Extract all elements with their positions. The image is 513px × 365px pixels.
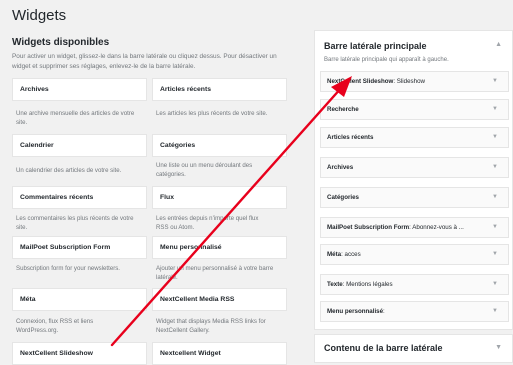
sidebar-widget-texte[interactable]: Texte: Mentions légales ▼ <box>320 274 509 295</box>
sidebar-widget-label: Recherche <box>327 106 359 113</box>
widget-flux[interactable]: Flux <box>152 186 287 209</box>
expand-arrow-icon[interactable]: ▼ <box>492 158 498 177</box>
widget-calendrier-desc: Un calendrier des articles de votre site… <box>16 167 122 174</box>
sidebar-widget-mailpoet[interactable]: MailPoet Subscription Form: Abonnez-vous… <box>320 217 509 238</box>
primary-sidebar-title[interactable]: Barre latérale principale <box>324 41 427 51</box>
expand-arrow-icon[interactable]: ▼ <box>492 245 498 264</box>
expand-toggle-icon[interactable]: ▼ <box>495 344 502 351</box>
sidebar-widget-articles-recents[interactable]: Articles récents ▼ <box>320 127 509 148</box>
widget-articles-recents-desc: Les articles les plus récents de votre s… <box>156 110 268 117</box>
primary-sidebar-description: Barre latérale principale qui apparaît à… <box>324 57 449 63</box>
available-widgets-title: Widgets disponibles <box>12 37 110 48</box>
widget-articles-recents[interactable]: Articles récents <box>152 78 287 101</box>
expand-arrow-icon[interactable]: ▼ <box>492 302 498 321</box>
page-title: Widgets <box>12 7 67 24</box>
expand-arrow-icon[interactable]: ▼ <box>492 72 498 91</box>
widget-commentaires-recents[interactable]: Commentaires récents <box>12 186 147 209</box>
sidebar-widget-label: NextCellent Slideshow <box>327 78 394 85</box>
sidebar-widget-label: MailPoet Subscription Form <box>327 224 410 231</box>
sidebar-widget-label: Articles récents <box>327 134 374 141</box>
collapse-toggle-icon[interactable]: ▲ <box>495 41 502 48</box>
sidebar-widget-sublabel: : Slideshow <box>393 78 426 85</box>
widget-nextcellent-slideshow[interactable]: NextCellent Slideshow <box>12 342 147 365</box>
expand-arrow-icon[interactable]: ▼ <box>492 100 498 119</box>
content-sidebar-panel[interactable]: Contenu de la barre latérale ▼ <box>314 334 513 363</box>
sidebar-widget-label: Catégories <box>327 194 359 201</box>
sidebar-widget-sublabel: : acces <box>341 251 361 258</box>
widget-nextcellent-widget[interactable]: Nextcellent Widget <box>152 342 287 365</box>
widget-nextcellent-media-rss-desc: Widget that displays Media RSS links for… <box>156 318 266 334</box>
expand-arrow-icon[interactable]: ▼ <box>492 275 498 294</box>
expand-arrow-icon[interactable]: ▼ <box>492 218 498 237</box>
sidebar-widget-label: Menu personnalisé <box>327 308 384 315</box>
sidebar-widget-label: Texte <box>327 281 343 288</box>
sidebar-widget-meta[interactable]: Méta: acces ▼ <box>320 244 509 265</box>
widget-categories-desc: Une liste ou un menu déroulant des catég… <box>156 162 253 178</box>
primary-sidebar-panel: Barre latérale principale ▲ Barre latéra… <box>314 30 513 330</box>
sidebar-widget-sublabel: : Mentions légales <box>342 281 393 288</box>
sidebar-widget-label: Archives <box>327 164 354 171</box>
widget-archives[interactable]: Archives <box>12 78 147 101</box>
sidebar-widget-nextcellent-slideshow[interactable]: NextCellent Slideshow: Slideshow ▼ <box>320 71 509 92</box>
widget-mailpoet-subscription-form-desc: Subscription form for your newsletters. <box>16 265 120 272</box>
content-sidebar-title[interactable]: Contenu de la barre latérale <box>324 343 443 353</box>
expand-arrow-icon[interactable]: ▼ <box>492 128 498 147</box>
widget-meta[interactable]: Méta <box>12 288 147 311</box>
widget-flux-desc: Les entrées depuis n'importe quel flux R… <box>156 215 259 231</box>
sidebar-widget-label: Méta <box>327 251 342 258</box>
widget-menu-personnalise[interactable]: Menu personnalisé <box>152 236 287 259</box>
widget-meta-desc: Connexion, flux RSS et liens WordPress.o… <box>16 318 94 334</box>
widget-mailpoet-subscription-form[interactable]: MailPoet Subscription Form <box>12 236 147 259</box>
widget-archives-desc: Une archive mensuelle des articles de vo… <box>16 110 135 126</box>
widget-nextcellent-media-rss[interactable]: NextCellent Media RSS <box>152 288 287 311</box>
sidebar-widget-categories[interactable]: Catégories ▼ <box>320 187 509 208</box>
sidebar-widget-menu-personnalise[interactable]: Menu personnalisé: ▼ <box>320 301 509 322</box>
widget-commentaires-recents-desc: Les commentaires les plus récents de vot… <box>16 215 134 231</box>
sidebar-widget-archives[interactable]: Archives ▼ <box>320 157 509 178</box>
expand-arrow-icon[interactable]: ▼ <box>492 188 498 207</box>
sidebar-widget-recherche[interactable]: Recherche ▼ <box>320 99 509 120</box>
widget-menu-personnalise-desc: Ajouter un menu personnalisé à votre bar… <box>156 265 274 281</box>
widget-categories[interactable]: Catégories <box>152 134 287 157</box>
sidebar-widget-sublabel: : <box>383 308 385 315</box>
sidebar-widget-sublabel: : Abonnez-vous à ... <box>409 224 464 231</box>
widget-calendrier[interactable]: Calendrier <box>12 134 147 157</box>
available-widgets-description: Pour activer un widget, glissez-le dans … <box>12 53 277 70</box>
